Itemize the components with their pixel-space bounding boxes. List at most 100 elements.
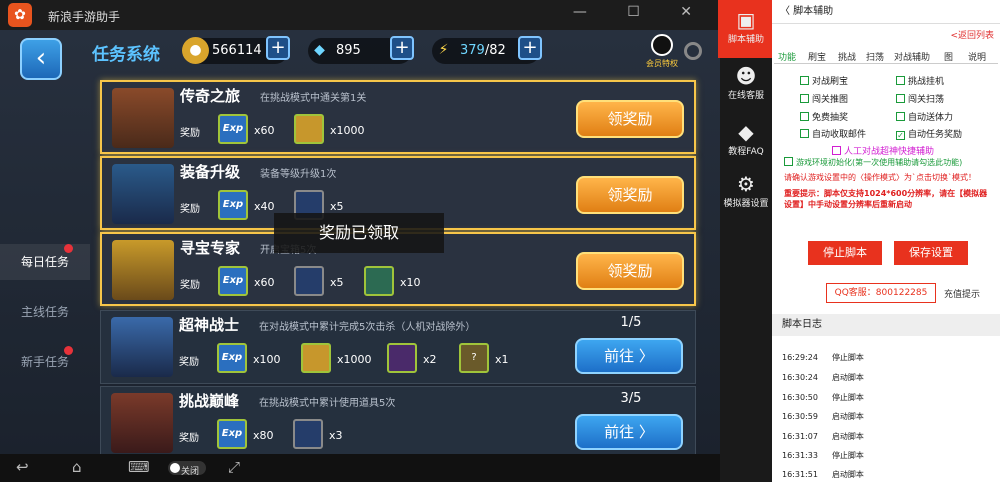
add-diamonds-button[interactable]: + xyxy=(390,36,414,60)
tab-daily-tasks[interactable]: 每日任务 xyxy=(0,244,90,280)
option-stage-push[interactable]: 闯关推图 xyxy=(800,92,848,105)
log-entry: 16:30:50 停止脚本 xyxy=(782,393,864,402)
checkbox[interactable] xyxy=(800,94,809,103)
claim-reward-button[interactable]: 领奖励 xyxy=(576,252,684,290)
option-env-init[interactable]: 游戏环境初始化(第一次使用辅助请勾选此功能) xyxy=(784,157,962,168)
tab-help[interactable]: 说明 xyxy=(968,50,986,63)
charge-tip-link[interactable]: 充值提示 xyxy=(944,287,980,300)
option-auto-stamina[interactable]: 自动送体力 xyxy=(896,110,953,123)
fullscreen-icon[interactable]: ⤢ xyxy=(228,458,240,476)
log-entry: 16:31:51 启动脚本 xyxy=(782,470,864,479)
energy-value: 379/82 xyxy=(460,43,506,58)
checkbox[interactable] xyxy=(896,112,905,121)
home-icon[interactable]: ⌂ xyxy=(72,458,82,476)
coin-counter: ● 566114 + xyxy=(182,36,290,64)
window-title: 新浪手游助手 xyxy=(48,10,121,24)
task-progress: 1/5 xyxy=(620,315,642,330)
checkbox[interactable] xyxy=(800,112,809,121)
support-icon: ☻ xyxy=(735,64,757,88)
script-assist-panel: 〈 脚本辅助 <返回列表 功能 刷宝 挑战 扫荡 对战辅助 图 说明 对战刷宝 … xyxy=(772,0,1000,482)
game-area: ‹ 任务系统 ● 566114 + ◆ 895 + ⚡ 379/82 + 会员特… xyxy=(0,30,720,454)
go-button[interactable]: 前往 〉 xyxy=(575,338,683,374)
checkbox-checked[interactable]: ✓ xyxy=(896,131,905,140)
coin-icon: ● xyxy=(182,37,209,64)
task-progress: 3/5 xyxy=(620,391,642,406)
option-stage-sweep[interactable]: 闯关扫荡 xyxy=(896,92,944,105)
exp-icon: Exp xyxy=(217,419,247,449)
wand-icon xyxy=(387,343,417,373)
terminal-icon: ▣ xyxy=(736,8,756,32)
coin-icon xyxy=(294,114,324,144)
task-row: 超神战士 在对战模式中累计完成5次击杀（人机对战除外） 奖励 Exp x100 … xyxy=(100,310,696,384)
tab-sweep[interactable]: 扫荡 xyxy=(866,50,884,63)
save-settings-button[interactable]: 保存设置 xyxy=(894,241,968,265)
checkbox[interactable] xyxy=(896,94,905,103)
qq-support-link[interactable]: QQ客服：800122285 xyxy=(826,283,936,303)
panel-tabs: 功能 刷宝 挑战 扫荡 对战辅助 图 说明 xyxy=(774,46,998,64)
notification-dot xyxy=(64,244,73,253)
checkbox[interactable] xyxy=(784,157,793,166)
add-energy-button[interactable]: + xyxy=(518,36,542,60)
go-button[interactable]: 前往 〉 xyxy=(575,414,683,450)
window-titlebar: ✿ 新浪手游助手 — ☐ ✕ xyxy=(0,0,720,30)
log-entry: 16:30:24 启动脚本 xyxy=(782,373,864,382)
option-free-draw[interactable]: 免费抽奖 xyxy=(800,110,848,123)
mode-confirm-notice: 请确认游戏设置中的〈操作模式〉为`点击切换`模式！ xyxy=(784,173,976,182)
lightning-icon: ⚡ xyxy=(438,42,449,58)
treasure-chest-icon xyxy=(112,88,174,148)
window-controls[interactable]: — ☐ ✕ xyxy=(573,4,710,20)
tab-newbie-tasks[interactable]: 新手任务 xyxy=(0,348,90,376)
diamond-icon: ◆ xyxy=(314,42,325,58)
toast-message: 奖励已领取 xyxy=(274,213,444,253)
back-button[interactable]: ‹ xyxy=(20,38,62,80)
book-icon xyxy=(364,266,394,296)
chest-icon xyxy=(111,393,173,453)
checkbox[interactable] xyxy=(800,76,809,85)
tab-challenge[interactable]: 挑战 xyxy=(838,50,856,63)
option-challenge-afk[interactable]: 挑战挂机 xyxy=(896,74,944,87)
resolution-warning: 重要提示：脚本仅支持1024*600分辨率，请在【模拟器设置】中手动设置分辨率后… xyxy=(784,189,988,209)
return-to-list-link[interactable]: <返回列表 xyxy=(950,28,994,41)
tool-online-service[interactable]: ☻ 在线客服 xyxy=(718,64,774,104)
coin-value: 566114 xyxy=(212,43,262,58)
gear-icon: ⚙ xyxy=(737,172,755,196)
android-navbar: ↩ ⌂ ⌨ 关闭 ⤢ xyxy=(0,454,720,482)
checkbox[interactable] xyxy=(896,76,905,85)
checkbox[interactable] xyxy=(832,146,841,155)
panel-title[interactable]: 〈 脚本辅助 xyxy=(772,0,1000,24)
tab-main-tasks[interactable]: 主线任务 xyxy=(0,298,90,326)
exp-icon: Exp xyxy=(218,190,248,220)
tab-farm[interactable]: 刷宝 xyxy=(808,50,826,63)
tab-map[interactable]: 图 xyxy=(944,50,953,63)
stop-script-button[interactable]: 停止脚本 xyxy=(808,241,882,265)
add-coins-button[interactable]: + xyxy=(266,36,290,60)
graduation-cap-icon: ◆ xyxy=(738,120,754,144)
diamond-counter: ◆ 895 + xyxy=(308,36,414,64)
vip-privilege[interactable]: 会员特权 xyxy=(638,34,686,69)
card-icon xyxy=(293,419,323,449)
log-entry: 16:31:33 停止脚本 xyxy=(782,451,864,460)
back-arrow-icon[interactable]: ↩ xyxy=(16,458,29,476)
option-auto-task-reward[interactable]: ✓ 自动任务奖励 xyxy=(896,127,962,140)
tool-emulator-settings[interactable]: ⚙ 模拟器设置 xyxy=(718,172,774,212)
app-logo-icon: ✿ xyxy=(8,3,32,27)
coin-icon xyxy=(301,343,331,373)
gold-chest-icon xyxy=(112,240,174,300)
option-manual-assist[interactable]: 人工对战超神快捷辅助 xyxy=(832,144,934,157)
checkbox[interactable] xyxy=(800,129,809,138)
mystery-item-icon: ? xyxy=(459,343,489,373)
log-entry: 16:30:59 启动脚本 xyxy=(782,412,864,421)
option-auto-mail[interactable]: 自动收取邮件 xyxy=(800,127,866,140)
toggle-switch[interactable]: 关闭 xyxy=(168,461,206,477)
claim-reward-button[interactable]: 领奖励 xyxy=(576,176,684,214)
tab-battle-assist[interactable]: 对战辅助 xyxy=(894,50,930,63)
tool-script-assist[interactable]: ▣ 脚本辅助 xyxy=(718,0,774,58)
keyboard-icon[interactable]: ⌨ xyxy=(128,458,150,476)
claim-reward-button[interactable]: 领奖励 xyxy=(576,100,684,138)
log-entry: 16:31:07 启动脚本 xyxy=(782,432,864,441)
tab-function[interactable]: 功能 xyxy=(778,50,796,63)
option-battle-farm[interactable]: 对战刷宝 xyxy=(800,74,848,87)
tool-tutorial-faq[interactable]: ◆ 教程FAQ xyxy=(718,120,774,160)
task-row: 挑战巅峰 在挑战模式中累计使用道具5次 奖励 Exp x80 x3 3/5 前往… xyxy=(100,386,696,454)
upgrade-arrow-icon xyxy=(112,164,174,224)
